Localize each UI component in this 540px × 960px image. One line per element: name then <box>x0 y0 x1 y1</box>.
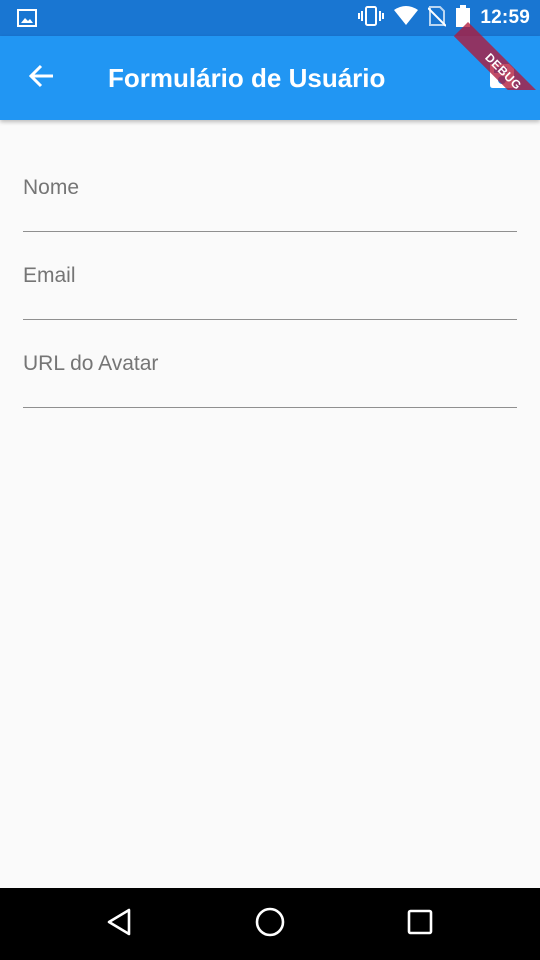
status-icons: 12:59 <box>358 4 530 32</box>
name-input[interactable] <box>23 197 517 227</box>
vibrate-icon <box>358 5 385 31</box>
image-icon <box>17 9 37 27</box>
arrow-back-icon <box>28 62 56 95</box>
avatar-url-input[interactable] <box>23 373 517 403</box>
nav-recents-button[interactable] <box>400 904 440 944</box>
email-field[interactable]: Email <box>23 232 517 320</box>
page-title: Formulário de Usuário <box>108 63 386 93</box>
avatar-url-field[interactable]: URL do Avatar <box>23 320 517 408</box>
app-bar: Formulário de Usuário <box>0 36 540 120</box>
navigation-bar <box>0 888 540 960</box>
home-circle-icon <box>254 906 286 943</box>
nav-home-button[interactable] <box>250 904 290 944</box>
email-input[interactable] <box>23 285 517 315</box>
status-bar: 12:59 <box>0 0 540 36</box>
back-button[interactable] <box>20 56 64 100</box>
back-triangle-icon <box>105 907 135 942</box>
status-time: 12:59 <box>480 7 530 28</box>
name-field[interactable]: Nome <box>23 120 517 232</box>
battery-icon <box>456 4 471 32</box>
recents-square-icon <box>406 908 434 941</box>
save-icon <box>487 61 517 96</box>
save-button[interactable] <box>480 56 524 100</box>
nav-back-button[interactable] <box>100 904 140 944</box>
no-sim-icon <box>427 5 448 32</box>
user-form: Nome Email URL do Avatar <box>23 120 517 408</box>
wifi-icon <box>394 5 419 31</box>
